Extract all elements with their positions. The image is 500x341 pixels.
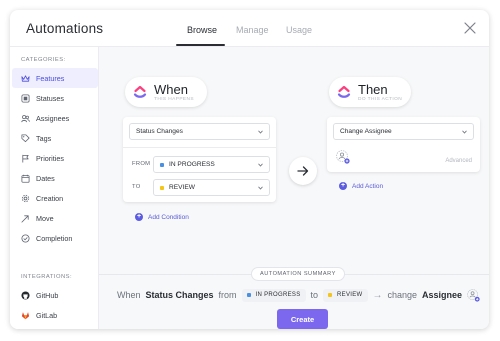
integrations-heading: INTEGRATIONS: [21,274,73,280]
sidebar-item-github[interactable]: GitHub [12,285,98,305]
automation-summary: When Status Changes from IN PROGRESS to … [117,287,480,303]
add-action-button[interactable]: + Add Action [339,182,383,190]
sidebar-item-label: GitHub [36,290,59,300]
summary-to-chip: REVIEW [323,288,368,302]
plus-icon: + [135,213,143,221]
action-select[interactable]: Change Assignee [333,123,474,140]
sidebar-item-label: Statuses [36,93,64,103]
when-subtitle: THIS HAPPENS [154,96,194,102]
summary-from-chip: IN PROGRESS [241,288,306,302]
chevron-down-icon [258,186,263,190]
sidebar-item-label: Creation [36,193,64,203]
status-icon [21,93,30,103]
sidebar: CATEGORIES: Features Statuses Assignees … [10,47,99,329]
chevron-down-icon [462,130,467,134]
gear-icon [21,194,30,203]
sidebar-item-label: Completion [36,233,73,243]
automations-modal: Automations Browse Manage Usage CATEGORI… [10,10,489,329]
people-icon [21,114,30,123]
status-dot-in-progress [160,162,164,167]
sidebar-item-label: Tags [36,133,52,143]
then-subtitle: DO THIS ACTION [358,96,403,102]
chevron-down-icon [258,163,263,167]
action-card: Change Assignee Advanced [327,117,480,172]
create-button[interactable]: Create [277,309,328,329]
when-title: When [154,81,188,97]
tag-icon [21,133,30,143]
add-condition-button[interactable]: + Add Condition [135,213,189,221]
clickup-logo-icon [133,85,147,98]
summary-from-chip-label: IN PROGRESS [255,292,301,298]
crown-icon [21,74,30,83]
tab-browse[interactable]: Browse [187,25,217,35]
clickup-logo-icon [337,85,351,98]
arrow-right-icon [297,166,309,176]
github-icon [21,290,30,300]
to-label: TO [132,184,141,190]
status-dot-review [328,293,333,297]
sidebar-item-move[interactable]: Move [12,208,98,228]
summary-from: from [218,290,237,300]
to-status-select[interactable]: REVIEW [153,179,270,196]
sidebar-item-label: Features [36,73,65,83]
summary-change: change [387,290,418,300]
tab-usage[interactable]: Usage [286,25,312,35]
calendar-icon [21,174,30,183]
sidebar-item-assignees[interactable]: Assignees [12,108,98,128]
automation-builder: When THIS HAPPENS Then DO THIS ACTION St… [99,47,489,329]
status-dot-review [160,185,164,190]
sidebar-item-completion[interactable]: Completion [12,228,98,248]
chevron-down-icon [258,130,263,134]
add-action-label: Add Action [352,182,384,190]
assignee-avatar-icon [467,288,480,302]
sidebar-item-creation[interactable]: Creation [12,188,98,208]
flow-arrow [289,157,317,185]
when-header: When THIS HAPPENS [125,77,207,107]
sidebar-item-gitlab[interactable]: GitLab [12,305,98,325]
sidebar-item-priorities[interactable]: Priorities [12,148,98,168]
from-status-value: IN PROGRESS [169,161,215,168]
sidebar-item-statuses[interactable]: Statuses [12,88,98,108]
trigger-card: Status Changes FROM IN PROGRESS TO REVIE… [123,117,276,202]
action-select-value: Change Assignee [340,128,392,135]
sidebar-item-label: GitLab [36,310,58,320]
check-circle-icon [21,233,30,243]
gitlab-icon [21,311,30,320]
add-condition-label: Add Condition [148,213,189,221]
close-icon[interactable] [464,22,476,34]
automation-summary-badge: AUTOMATION SUMMARY [251,267,345,281]
summary-target: Assignee [422,290,463,300]
summary-trigger: Status Changes [145,290,214,300]
sidebar-item-label: Dates [36,173,55,183]
sidebar-item-label: Assignees [36,113,70,123]
flag-icon [21,154,30,163]
trigger-select[interactable]: Status Changes [129,123,270,140]
summary-when: When [117,290,141,300]
from-label: FROM [132,161,151,167]
summary-to-chip-label: REVIEW [337,292,363,298]
card-divider [123,147,276,148]
to-status-value: REVIEW [169,184,196,191]
summary-to: to [310,290,319,300]
categories-heading: CATEGORIES: [21,57,66,63]
tab-manage[interactable]: Manage [236,25,269,35]
summary-arrow: → [372,289,383,301]
modal-title: Automations [26,21,104,36]
add-assignee-icon[interactable] [336,150,350,164]
sidebar-item-features[interactable]: Features [12,68,98,88]
plus-icon: + [339,182,347,190]
trigger-select-value: Status Changes [136,128,183,135]
advanced-link[interactable]: Advanced [445,158,472,164]
move-icon [21,214,30,223]
sidebar-item-label: Move [36,213,54,223]
sidebar-item-label: Priorities [36,153,64,163]
sidebar-item-tags[interactable]: Tags [12,128,98,148]
from-status-select[interactable]: IN PROGRESS [153,156,270,173]
then-header: Then DO THIS ACTION [329,77,411,107]
then-title: Then [358,81,388,97]
sidebar-item-dates[interactable]: Dates [12,168,98,188]
status-dot-in-progress [246,293,251,297]
